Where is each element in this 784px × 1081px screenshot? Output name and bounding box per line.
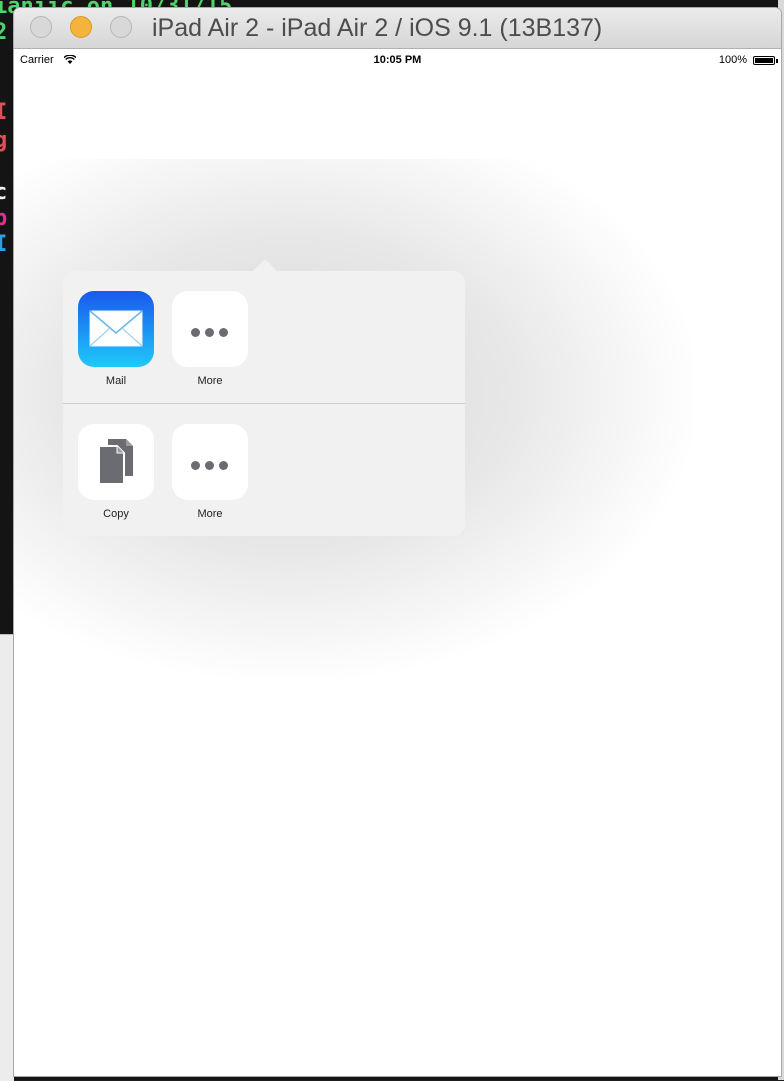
action-item-label: Copy: [103, 508, 129, 520]
documents-icon: [98, 439, 133, 485]
battery-terminal: [776, 59, 778, 63]
zoom-button[interactable]: [110, 16, 132, 38]
battery-icon: [753, 56, 775, 65]
ios-screen[interactable]: Carrier 10:05 PM 100% Mail More Copy Mor…: [14, 49, 781, 1076]
share-item-mail[interactable]: Mail: [78, 291, 154, 387]
clock: 10:05 PM: [373, 54, 422, 66]
terminal-line: 2: [0, 20, 8, 45]
terminal-line: I: [0, 232, 8, 257]
terminal-line: I: [0, 100, 8, 125]
terminal-line: c: [0, 180, 8, 205]
action-item-more[interactable]: More: [172, 424, 248, 520]
action-item-copy[interactable]: Copy: [78, 424, 154, 520]
share-item-label: Mail: [105, 375, 127, 387]
share-item-more[interactable]: More: [172, 291, 248, 387]
share-targets-row: Mail More: [63, 271, 465, 404]
actions-row: Copy More: [63, 404, 465, 536]
simulator-window: iPad Air 2 - iPad Air 2 / iOS 9.1 (13B13…: [14, 8, 781, 1076]
more-icon[interactable]: [172, 291, 248, 367]
minimize-button[interactable]: [70, 16, 92, 38]
terminal-line: g: [0, 128, 8, 153]
window-title: iPad Air 2 - iPad Air 2 / iOS 9.1 (13B13…: [152, 14, 603, 42]
copy-icon[interactable]: [78, 424, 154, 500]
terminal-lower-panel: [0, 634, 14, 1081]
share-popover: Mail More Copy More: [63, 271, 465, 536]
share-item-label: More: [197, 375, 223, 387]
mail-icon[interactable]: [78, 291, 154, 367]
more-icon[interactable]: [172, 424, 248, 500]
battery-percentage: 100%: [718, 54, 747, 66]
battery-level: [755, 58, 773, 63]
envelope-icon: [89, 310, 143, 347]
terminal-line: p: [0, 206, 8, 231]
status-bar: Carrier 10:05 PM 100%: [14, 49, 781, 71]
action-item-label: More: [197, 508, 223, 520]
window-titlebar[interactable]: iPad Air 2 - iPad Air 2 / iOS 9.1 (13B13…: [14, 8, 781, 49]
close-button[interactable]: [30, 16, 52, 38]
